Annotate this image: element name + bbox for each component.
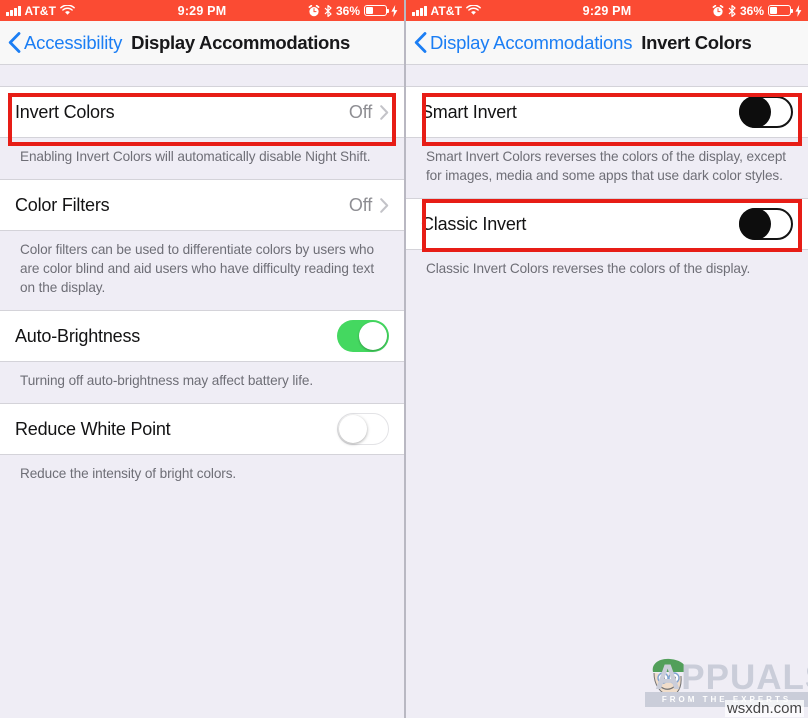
- row-accessory-group: [739, 96, 793, 128]
- bluetooth-icon: [324, 4, 332, 17]
- lightning-bolt-icon: [391, 4, 398, 17]
- row-accessory-group: [337, 413, 389, 445]
- chevron-left-icon[interactable]: [414, 32, 427, 53]
- smart-invert-toggle[interactable]: [739, 96, 793, 128]
- row-value: Off: [348, 101, 372, 122]
- row-invert-colors[interactable]: Invert Colors Off: [0, 86, 404, 138]
- auto-brightness-toggle[interactable]: [337, 320, 389, 352]
- footnote-reduce-white-point: Reduce the intensity of bright colors.: [20, 466, 237, 481]
- disclosure-chevron-icon: [380, 197, 389, 213]
- row-accessory-group: [337, 320, 389, 352]
- page-title: Invert Colors: [641, 31, 752, 53]
- row-label: Classic Invert: [421, 213, 527, 234]
- row-classic-invert[interactable]: Classic Invert: [406, 198, 808, 250]
- row-smart-invert[interactable]: Smart Invert: [406, 86, 808, 138]
- row-reduce-white-point[interactable]: Reduce White Point: [0, 403, 404, 455]
- row-accessory-group: [739, 208, 793, 240]
- footnote-classic-invert: Classic Invert Colors reverses the color…: [426, 261, 751, 276]
- footnote-invert-colors: Enabling Invert Colors will automaticall…: [20, 149, 371, 164]
- row-label: Invert Colors: [15, 101, 115, 122]
- battery-icon: [364, 5, 390, 16]
- battery-icon: [768, 5, 794, 16]
- left-phone-screen: AT&T 9:29 PM 36% Accessibility Display A…: [0, 0, 404, 718]
- row-color-filters[interactable]: Color Filters Off: [0, 179, 404, 231]
- footnote-auto-brightness: Turning off auto-brightness may affect b…: [20, 373, 314, 388]
- row-value: Off: [348, 194, 372, 215]
- battery-percent-label: 36%: [739, 3, 764, 18]
- watermark-domain: wsxdn.com: [724, 700, 804, 717]
- row-auto-brightness[interactable]: Auto-Brightness: [0, 310, 404, 362]
- bluetooth-icon: [728, 4, 736, 17]
- back-button-label[interactable]: Accessibility: [24, 32, 122, 54]
- alarm-clock-icon: [712, 4, 724, 16]
- right-status-bar: AT&T 9:29 PM 36%: [406, 0, 808, 21]
- right-nav-bar: Display Accommodations Invert Colors: [406, 21, 808, 65]
- classic-invert-toggle[interactable]: [739, 208, 793, 240]
- right-phone-screen: AT&T 9:29 PM 36% Display Accommodations …: [404, 0, 808, 718]
- left-status-bar: AT&T 9:29 PM 36%: [0, 0, 404, 21]
- row-label: Color Filters: [15, 194, 110, 215]
- disclosure-chevron-icon: [380, 104, 389, 120]
- row-label: Smart Invert: [421, 101, 517, 122]
- footnote-smart-invert: Smart Invert Colors reverses the colors …: [426, 149, 786, 183]
- dual-screenshot-container: AT&T 9:29 PM 36% Accessibility Display A…: [0, 0, 808, 718]
- appuals-watermark: APPUALS FROM THE EXPERTS wsxdn.com: [645, 656, 808, 718]
- row-label: Auto-Brightness: [15, 325, 141, 346]
- list-top-spacer: [406, 65, 808, 86]
- alarm-clock-icon: [308, 4, 320, 16]
- battery-percent-label: 36%: [335, 3, 360, 18]
- status-bar-right-group: 36%: [712, 4, 802, 18]
- row-label: Reduce White Point: [15, 418, 171, 439]
- chevron-left-icon[interactable]: [8, 32, 21, 53]
- row-accessory-group: Off: [349, 102, 389, 123]
- status-bar-right-group: 36%: [308, 4, 398, 18]
- list-top-spacer: [0, 65, 404, 86]
- back-button-label[interactable]: Display Accommodations: [430, 32, 632, 54]
- footnote-color-filters: Color filters can be used to differentia…: [20, 242, 374, 295]
- row-accessory-group: Off: [349, 195, 389, 216]
- lightning-bolt-icon: [795, 4, 802, 17]
- left-nav-bar: Accessibility Display Accommodations: [0, 21, 404, 65]
- reduce-white-point-toggle[interactable]: [337, 413, 389, 445]
- page-title: Display Accommodations: [131, 31, 351, 53]
